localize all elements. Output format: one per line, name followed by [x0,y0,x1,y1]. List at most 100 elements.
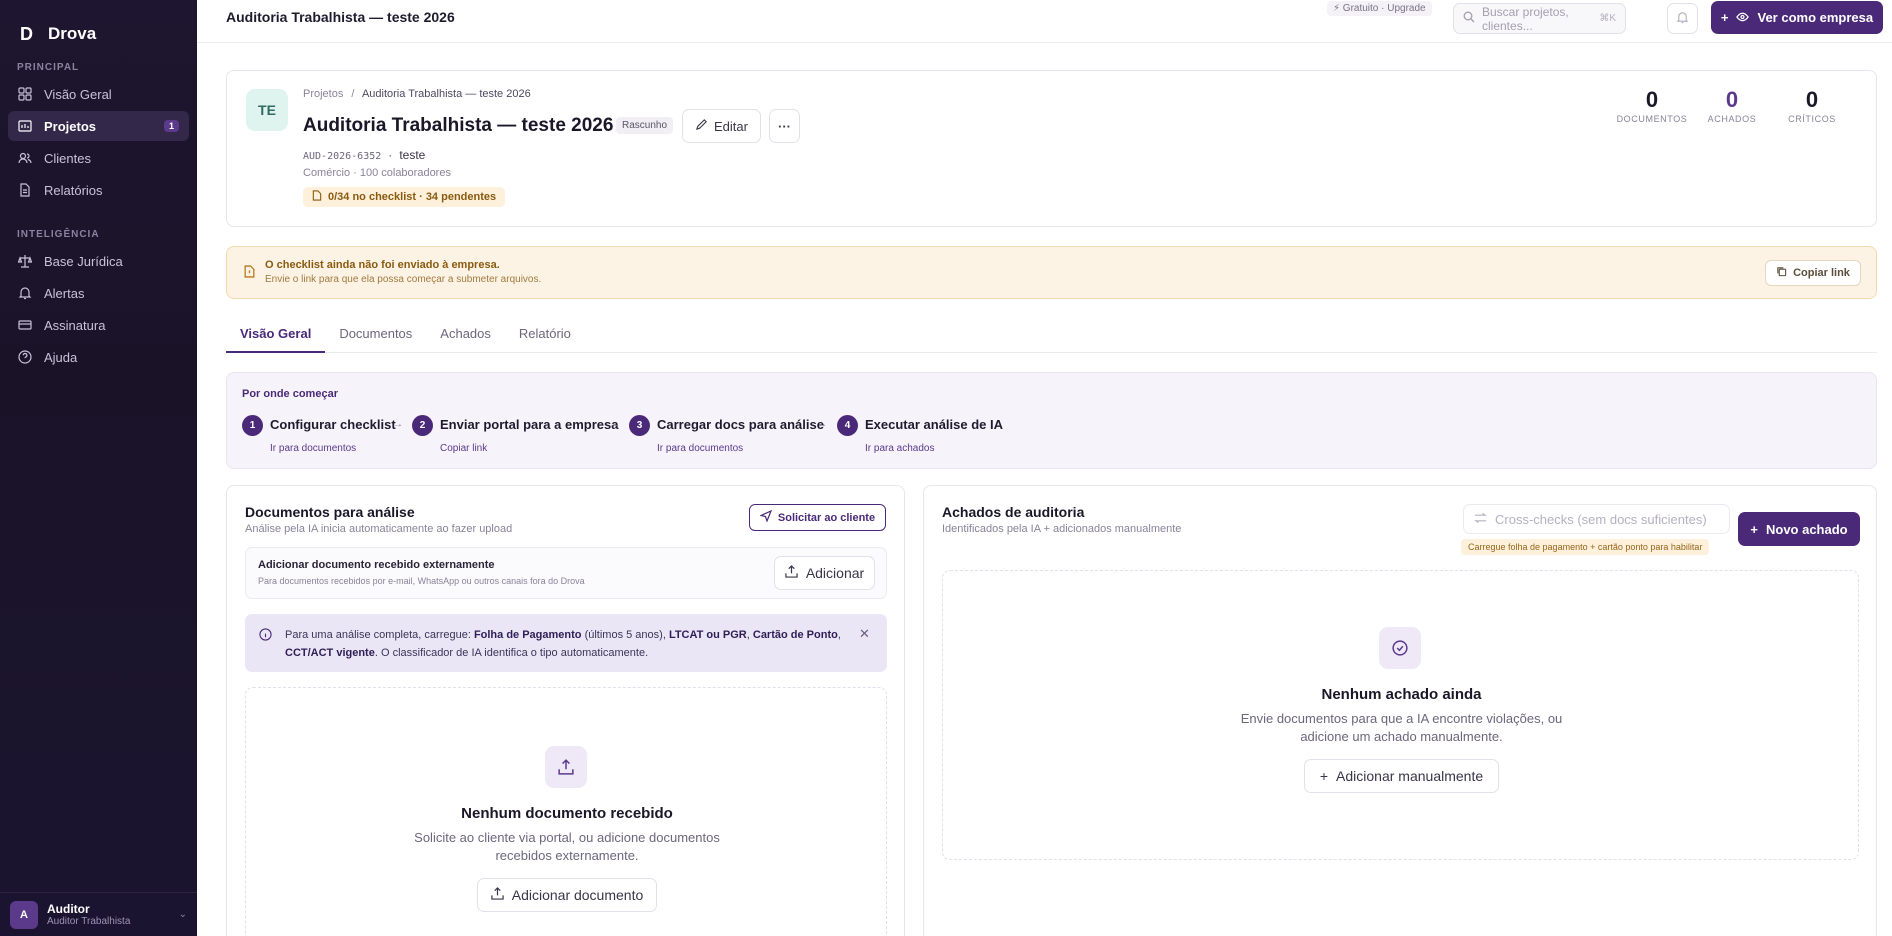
sidebar-item-label: Visão Geral [44,86,112,102]
cross-checks-hint: Carregue folha de pagamento + cartão pon… [1461,539,1710,555]
add-button[interactable]: Adicionar [774,556,875,590]
info-text-part: (últimos 5 anos), [581,629,669,641]
step-label: Carregar docs para análise [657,417,824,432]
sidebar-item-ajuda[interactable]: Ajuda [8,342,189,372]
empty-documents-title: Nenhum documento recebido [461,805,673,822]
documents-panel: Documentos para análise Análise pela IA … [226,485,905,936]
file-warning-icon [244,265,255,281]
info-doc-cct: CCT/ACT vigente [285,647,375,659]
more-options-button[interactable]: ··· [769,109,800,143]
stat-label: DOCUMENTOS [1616,114,1688,124]
getting-started-title: Por onde começar [242,388,338,400]
user-info: Auditor Auditor Trabalhista [47,902,130,927]
user-menu[interactable]: A Auditor Auditor Trabalhista ⌄ [0,892,197,936]
documents-subtitle: Análise pela IA inicia automaticamente a… [245,523,513,535]
sidebar-item-label: Assinatura [44,317,106,333]
sidebar-item-clientes[interactable]: Clientes [8,143,189,173]
stat-value: 0 [1645,87,1659,112]
new-finding-button[interactable]: + Novo achado [1738,512,1860,546]
step-link-ir-para-achados[interactable]: Ir para achados [865,443,935,454]
step-link-ir-para-documentos[interactable]: Ir para documentos [270,443,356,454]
cross-checks-button[interactable]: Cross-checks (sem docs suficientes) [1463,504,1730,534]
copy-link-button[interactable]: Copiar link [1765,260,1861,286]
sidebar-item-label: Projetos [44,118,97,134]
documents-dropzone[interactable]: Nenhum documento recebido Solicite ao cl… [245,687,887,936]
stat-achados: 0 ACHADOS [1687,87,1777,124]
step-link-copiar-link[interactable]: Copiar link [440,443,487,454]
stat-value: 0 [1725,87,1739,112]
breadcrumb-separator: / [351,88,355,100]
brand-name: Drova [48,24,97,43]
project-avatar: TE [246,89,288,131]
sidebar-item-label: Clientes [44,150,91,166]
nav-section-inteligencia: INTELIGÊNCIA [17,229,100,240]
step-number: 3 [629,415,650,436]
bell-icon [1676,11,1689,27]
projects-count-badge: 1 [163,120,179,132]
topbar: Auditoria Trabalhista — teste 2026 ⚡ Gra… [197,0,1892,43]
tab-documentos[interactable]: Documentos [325,317,426,353]
breadcrumb-projetos[interactable]: Projetos [303,88,343,100]
plus-icon: + [1750,521,1758,537]
plan-upgrade-link[interactable]: ⚡ Gratuito · Upgrade [1327,1,1432,16]
sidebar-item-relatorios[interactable]: Relatórios [8,175,189,205]
check-circle-icon [1379,627,1421,669]
step-link-ir-para-documentos[interactable]: Ir para documentos [657,443,743,454]
nav-section-principal: PRINCIPAL [17,62,80,73]
request-from-client-label: Solicitar ao cliente [777,511,876,524]
view-as-company-button[interactable]: + Ver como empresa [1711,1,1883,34]
external-document-subtitle: Para documentos recebidos por e-mail, Wh… [258,576,585,586]
sidebar-item-visao-geral[interactable]: Visão Geral [8,79,189,109]
upload-icon [545,746,587,788]
tab-achados[interactable]: Achados [426,317,505,353]
project-code-value: AUD-2026-6352 [303,151,382,162]
eye-icon [1736,10,1750,25]
step-label: Executar análise de IA [865,417,1004,432]
stat-criticos: 0 CRÍTICOS [1767,87,1857,124]
sidebar-item-projetos[interactable]: Projetos 1 [8,111,189,141]
sidebar-item-label: Relatórios [44,182,103,198]
step-label: Configurar checklist [270,417,396,432]
brand[interactable]: D Drova [0,0,197,52]
copy-icon [1776,266,1787,280]
checklist-warning-banner: O checklist ainda não foi enviado à empr… [226,246,1877,299]
info-text-part: , [837,629,841,641]
empty-findings-subtitle: Envie documentos para que a IA encontre … [1240,711,1563,744]
tab-relatorio[interactable]: Relatório [505,317,585,353]
file-icon [312,190,322,204]
status-badge: Rascunho [616,117,674,134]
request-from-client-button[interactable]: Solicitar ao cliente [749,504,886,531]
tab-visao-geral[interactable]: Visão Geral [226,317,326,353]
sidebar-item-base-juridica[interactable]: Base Jurídica [8,246,189,276]
add-document-label: Adicionar documento [511,887,644,903]
info-text-part: Para uma análise completa, carregue: [285,629,474,641]
stat-value: 0 [1805,87,1819,112]
checklist-status-label: 0/34 no checklist · 34 pendentes [328,191,497,203]
project-meta: Comércio · 100 colaboradores [303,167,451,179]
add-manually-button[interactable]: + Adicionar manualmente [1304,759,1499,793]
drova-logo-icon: D [20,24,33,44]
scale-icon [18,254,32,268]
info-doc-folha: Folha de Pagamento [473,629,582,641]
cross-checks-label: Cross-checks (sem docs suficientes) [1495,511,1707,527]
sidebar-item-alertas[interactable]: Alertas [8,278,189,308]
arrow-right-icon: → [393,419,403,430]
step-number: 1 [242,415,263,436]
copy-link-label: Copiar link [1793,267,1850,279]
swap-icon [1474,512,1487,527]
banner-title: O checklist ainda não foi enviado à empr… [265,259,500,271]
sidebar-item-label: Ajuda [44,349,78,365]
getting-started-panel: Por onde começar 1 Configurar checklist … [226,372,1877,469]
sidebar-item-assinatura[interactable]: Assinatura [8,310,189,340]
search-input[interactable]: Buscar projetos, clientes... ⌘K [1453,3,1626,34]
plus-icon: + [1319,768,1329,784]
findings-empty-state: Nenhum achado ainda Envie documentos par… [942,570,1859,860]
upload-icon [491,887,504,903]
search-placeholder: Buscar projetos, clientes... [1482,4,1569,33]
notifications-button[interactable] [1667,3,1698,34]
add-document-button[interactable]: Adicionar documento [477,878,657,912]
checklist-status-badge[interactable]: 0/34 no checklist · 34 pendentes [303,187,506,207]
close-icon[interactable]: ✕ [859,626,870,642]
edit-button[interactable]: Editar [682,109,761,143]
step-number: 4 [837,415,858,436]
